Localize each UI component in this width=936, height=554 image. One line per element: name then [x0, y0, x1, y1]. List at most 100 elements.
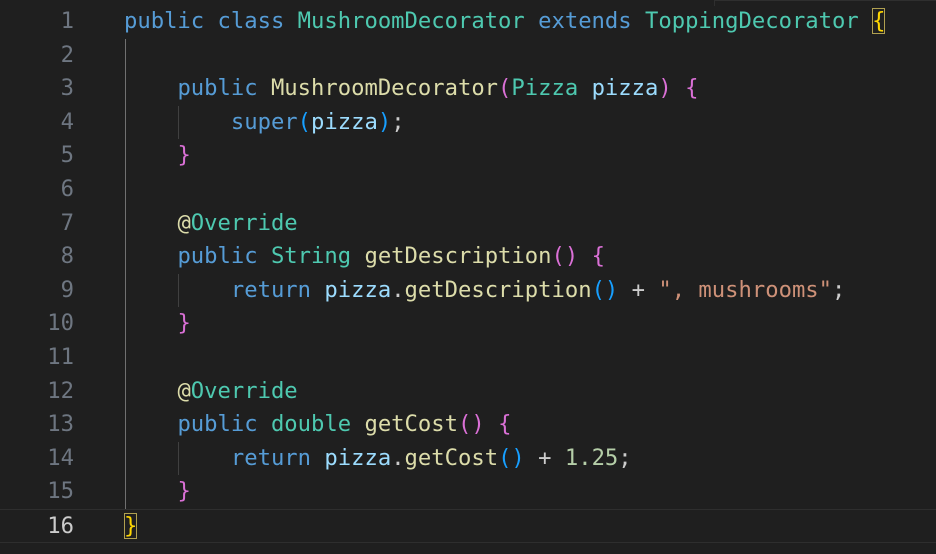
- code-token: (): [457, 411, 485, 438]
- code-token: Override: [190, 377, 298, 404]
- code-token: .: [391, 276, 405, 303]
- code-line[interactable]: 1 public class MushroomDecorator extends …: [0, 5, 936, 39]
- code-token: }: [177, 478, 191, 505]
- code-token: (: [498, 75, 512, 102]
- code-token: }: [177, 310, 191, 337]
- line-code[interactable]: public MushroomDecorator(Pizza pizza) {: [124, 72, 698, 106]
- code-line[interactable]: 14 return pizza.getCost() + 1.25;: [0, 442, 936, 476]
- line-number: 14: [47, 444, 74, 471]
- line-number: 16: [47, 513, 74, 539]
- line-code[interactable]: @Override: [124, 375, 298, 409]
- code-token: getCost: [404, 444, 499, 471]
- code-token: {: [498, 411, 512, 438]
- code-line[interactable]: 10 }: [0, 307, 936, 341]
- line-code[interactable]: public class MushroomDecorator extends T…: [124, 5, 886, 39]
- code-token: extends: [538, 8, 632, 34]
- code-token: getDescription: [404, 276, 592, 303]
- code-token: double: [270, 411, 352, 438]
- code-editor[interactable]: 1 public class MushroomDecorator extends …: [0, 0, 936, 554]
- code-line[interactable]: 5 }: [0, 139, 936, 173]
- code-token: pizza: [324, 276, 392, 303]
- code-token: ): [658, 75, 672, 102]
- code-line[interactable]: 13 public double getCost() {: [0, 408, 936, 442]
- line-code[interactable]: return pizza.getCost() + 1.25;: [124, 442, 632, 476]
- code-token: ;: [391, 108, 405, 135]
- code-token: pizza: [311, 108, 378, 135]
- code-token: return: [230, 444, 312, 471]
- code-token: public: [177, 75, 258, 102]
- code-token: .: [391, 444, 405, 471]
- line-number: 9: [60, 276, 74, 303]
- code-token: (): [591, 276, 619, 303]
- line-code[interactable]: }: [124, 307, 191, 341]
- code-token: ): [377, 108, 392, 135]
- code-token: class: [217, 8, 285, 34]
- line-number: 1: [60, 8, 74, 34]
- line-number: 4: [60, 108, 74, 135]
- code-line[interactable]: 2: [0, 39, 936, 73]
- code-token: getDescription: [364, 243, 552, 270]
- line-code[interactable]: return pizza.getDescription() + ", mushr…: [124, 274, 846, 308]
- line-number: 8: [60, 243, 74, 270]
- code-token: {: [685, 75, 699, 102]
- code-line[interactable]: 16}: [0, 509, 936, 543]
- code-line[interactable]: 9 return pizza.getDescription() + ", mus…: [0, 274, 936, 308]
- code-token: MushroomDecorator: [297, 8, 525, 34]
- matched-bracket: {: [872, 8, 886, 34]
- line-code[interactable]: }: [124, 475, 191, 509]
- code-line[interactable]: 4 super(pizza);: [0, 106, 936, 140]
- line-number: 11: [47, 344, 74, 370]
- code-line[interactable]: 15 }: [0, 475, 936, 509]
- code-token: public: [177, 411, 258, 438]
- code-token: +: [524, 444, 565, 471]
- line-number: 2: [60, 41, 74, 68]
- line-code[interactable]: public double getCost() {: [124, 408, 511, 442]
- code-token: MushroomDecorator: [270, 75, 499, 102]
- code-token: public: [177, 243, 258, 270]
- code-token: +: [618, 276, 659, 303]
- code-token: @: [177, 209, 191, 236]
- code-line[interactable]: 12 @Override: [0, 375, 936, 409]
- code-token: Pizza: [511, 75, 579, 102]
- line-code[interactable]: }: [124, 139, 190, 173]
- code-token: (: [297, 108, 312, 135]
- line-code[interactable]: public String getDescription() {: [124, 240, 604, 274]
- code-line[interactable]: 6: [0, 173, 936, 207]
- code-token: super: [230, 108, 298, 135]
- code-token: ToppingDecorator: [645, 8, 859, 34]
- code-token: Override: [190, 209, 298, 236]
- code-line[interactable]: 11: [0, 341, 936, 375]
- code-token: (): [551, 243, 579, 270]
- line-number: 12: [47, 377, 74, 404]
- code-token: ;: [832, 276, 846, 303]
- code-token: pizza: [591, 75, 659, 102]
- line-number: 6: [60, 176, 74, 202]
- code-token: return: [230, 276, 312, 303]
- line-code[interactable]: }: [124, 510, 138, 544]
- line-code[interactable]: @Override: [124, 207, 298, 241]
- line-number: 15: [47, 478, 74, 505]
- line-code[interactable]: super(pizza);: [124, 106, 405, 140]
- code-token: ;: [618, 444, 632, 471]
- code-line[interactable]: 7 @Override: [0, 207, 936, 241]
- code-line[interactable]: 8 public String getDescription() {: [0, 240, 936, 274]
- code-line[interactable]: 3 public MushroomDecorator(Pizza pizza) …: [0, 72, 936, 106]
- code-token: (): [498, 444, 525, 471]
- code-token: pizza: [324, 444, 392, 471]
